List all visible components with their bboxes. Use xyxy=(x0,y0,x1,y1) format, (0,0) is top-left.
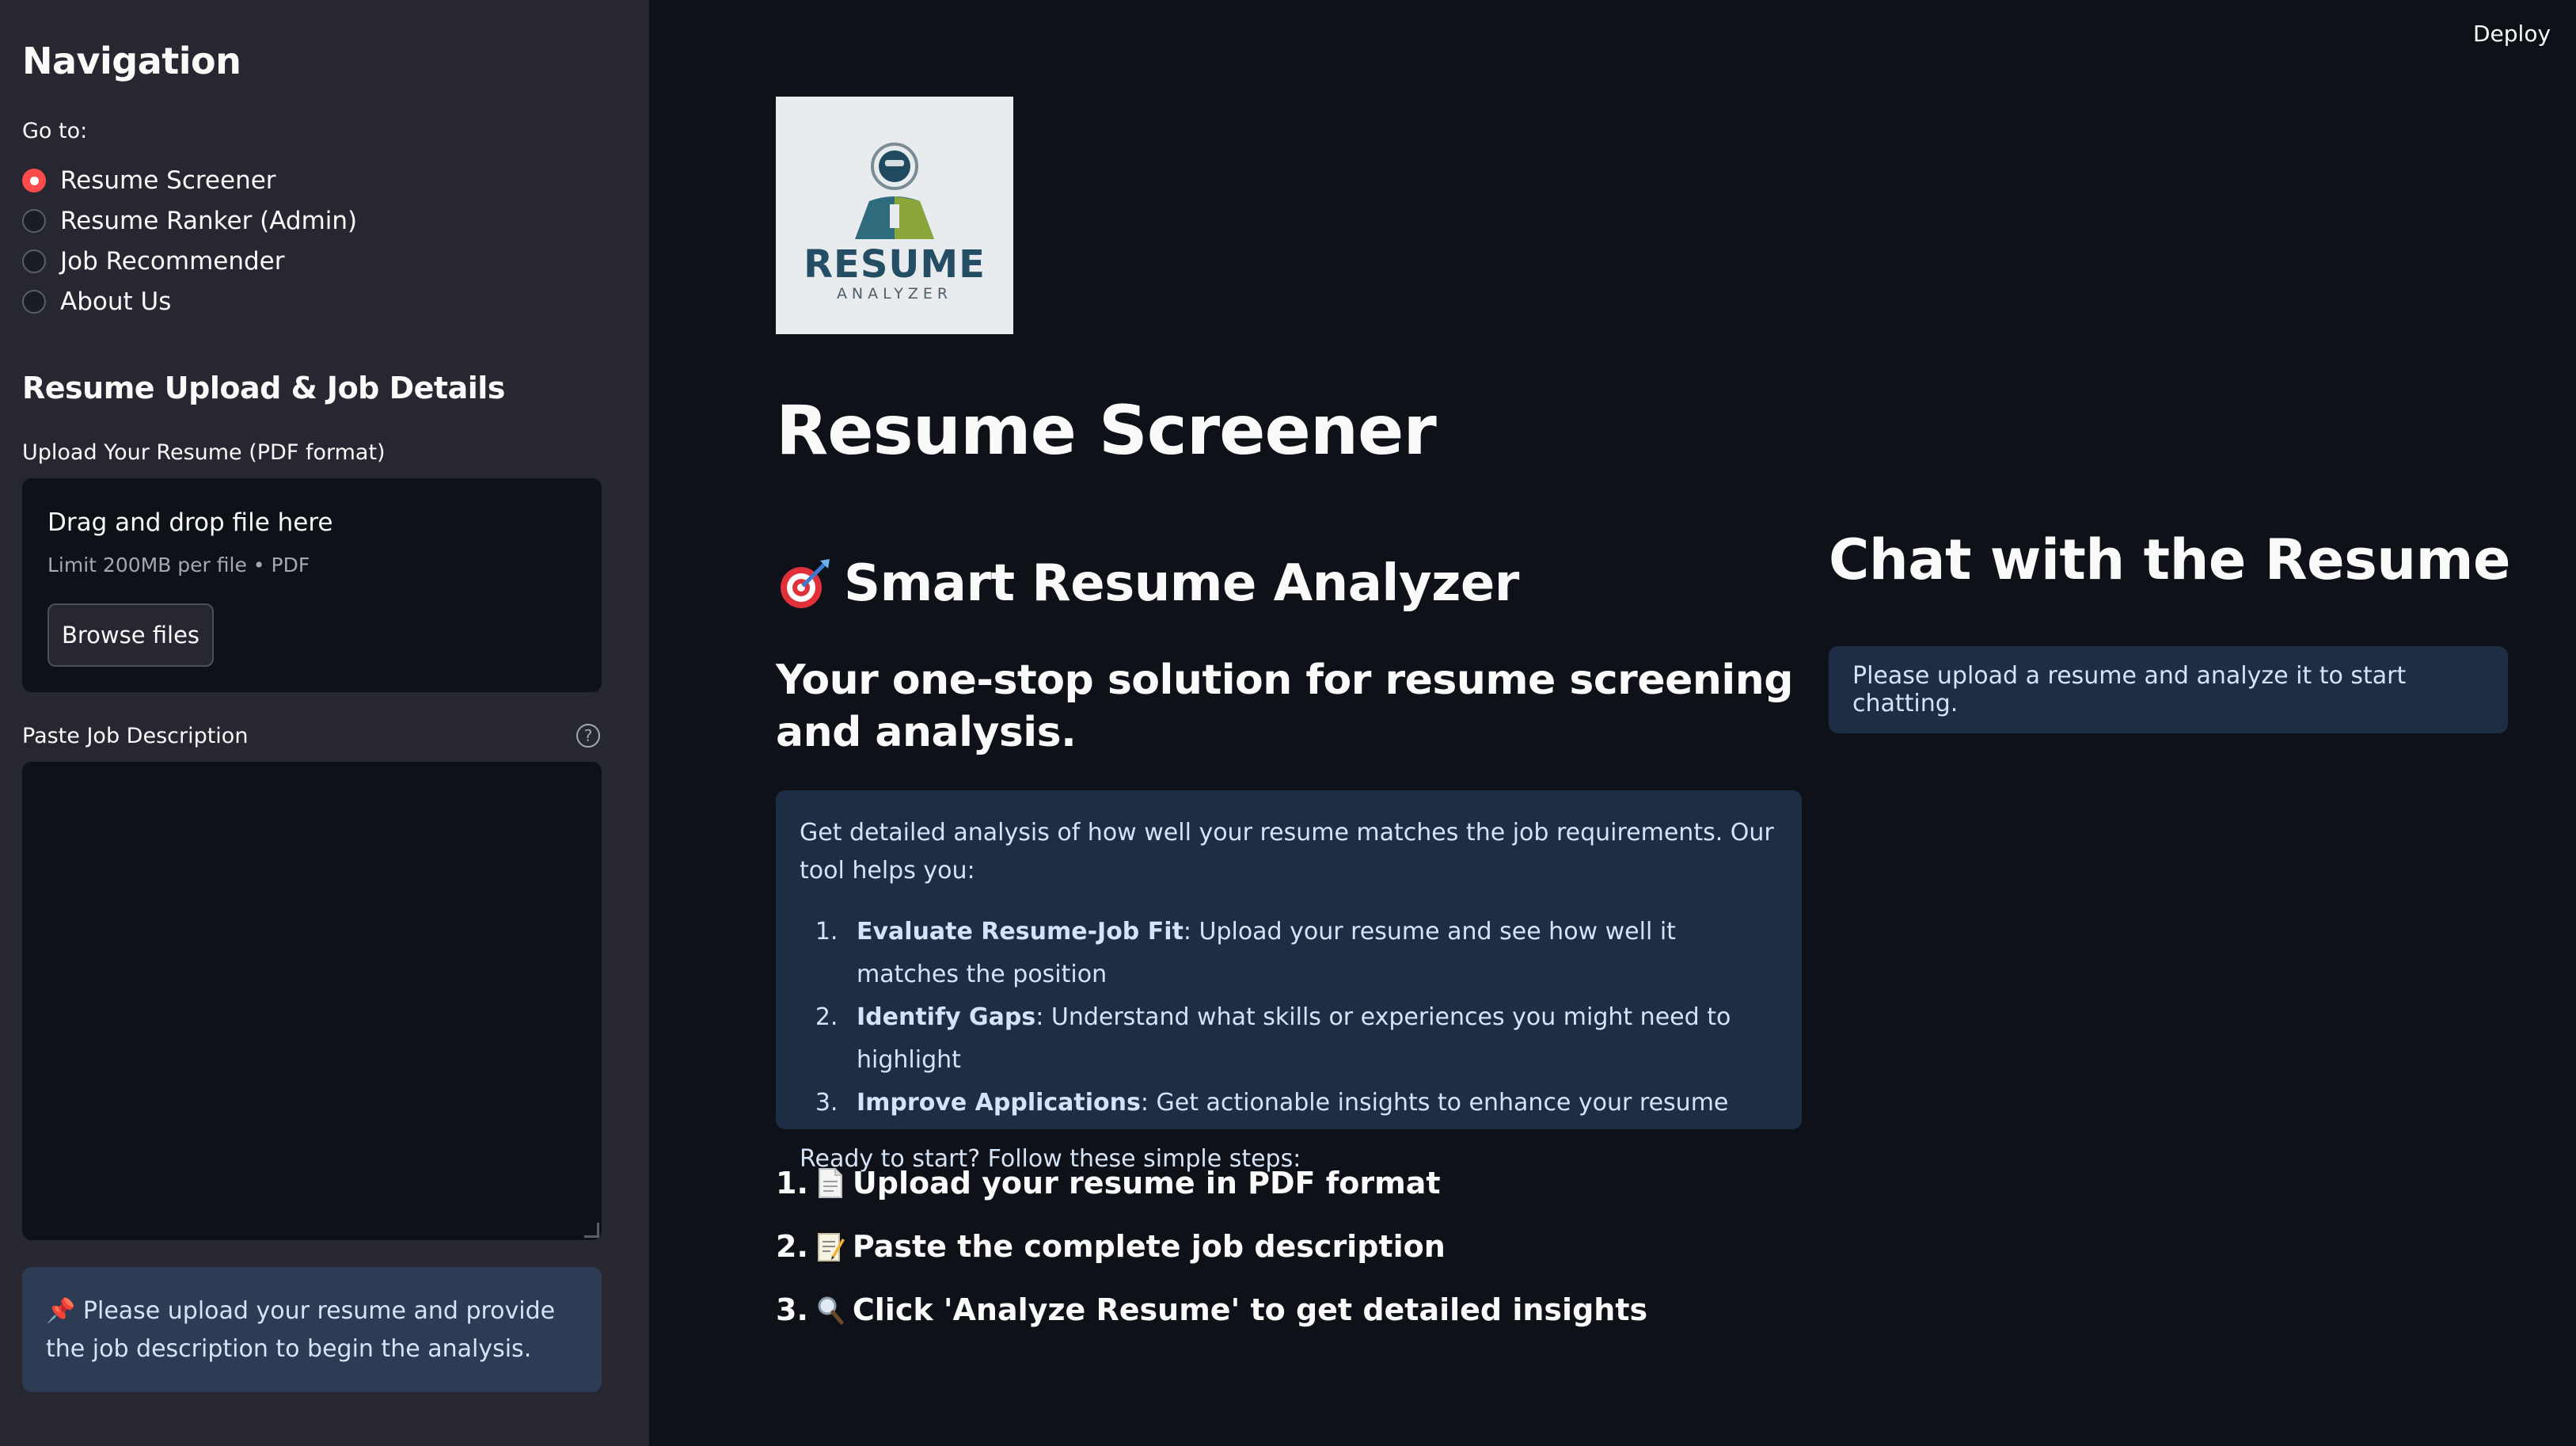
step-item: 1. Upload your resume in PDF format xyxy=(776,1151,1647,1215)
dropzone-limit-text: Limit 200MB per file • PDF xyxy=(47,554,310,576)
job-description-label: Paste Job Description xyxy=(22,724,249,748)
resize-handle-icon[interactable] xyxy=(584,1223,599,1238)
page-title: Resume Screener xyxy=(776,391,1437,470)
radio-option-resume-ranker[interactable]: Resume Ranker (Admin) xyxy=(22,205,357,237)
radio-option-job-recommender[interactable]: Job Recommender xyxy=(22,245,284,277)
resume-analyzer-logo: RESUME ANALYZER xyxy=(776,97,1013,334)
help-icon[interactable]: ? xyxy=(576,724,600,748)
dropzone-text: Drag and drop file here xyxy=(47,508,333,537)
upload-section-title: Resume Upload & Job Details xyxy=(22,371,505,405)
file-dropzone[interactable]: Drag and drop file here Limit 200MB per … xyxy=(22,478,602,692)
logo-person-icon xyxy=(855,143,934,239)
magnifier-icon xyxy=(818,1296,844,1325)
feature-item-title: Identify Gaps xyxy=(857,1003,1036,1031)
radio-option-about-us[interactable]: About Us xyxy=(22,286,171,318)
sidebar-nav-title: Navigation xyxy=(22,40,241,82)
feature-item-title: Evaluate Resume-Job Fit xyxy=(857,918,1184,946)
step-text: Paste the complete job description xyxy=(852,1229,1446,1264)
dart-target-icon xyxy=(781,559,830,608)
app-root: Navigation Go to: Resume Screener Resume… xyxy=(0,0,2576,1446)
browse-files-button[interactable]: Browse files xyxy=(47,603,214,667)
radio-button-selected[interactable] xyxy=(22,169,46,192)
step-text: Click 'Analyze Resume' to get detailed i… xyxy=(852,1292,1648,1327)
radio-button[interactable] xyxy=(22,249,46,273)
feature-item: Evaluate Resume-Job Fit: Upload your res… xyxy=(845,911,1778,996)
sidebar: Navigation Go to: Resume Screener Resume… xyxy=(0,0,649,1446)
steps-list: 1. Upload your resume in PDF format 2. P… xyxy=(776,1151,1647,1341)
features-list: Evaluate Resume-Job Fit: Upload your res… xyxy=(800,911,1778,1124)
logo-wordmark: RESUME xyxy=(804,242,986,287)
radio-button[interactable] xyxy=(22,290,46,314)
job-description-textarea[interactable] xyxy=(22,762,602,1240)
chat-info-alert: Please upload a resume and analyze it to… xyxy=(1829,646,2508,733)
step-item: 3. Click 'Analyze Resume' to get detaile… xyxy=(776,1278,1647,1341)
features-info-box: Get detailed analysis of how well your r… xyxy=(776,790,1802,1173)
chat-title: Chat with the Resume xyxy=(1829,527,2511,592)
feature-item: Improve Applications: Get actionable ins… xyxy=(845,1082,1778,1124)
analyzer-title-text: Smart Resume Analyzer xyxy=(844,554,1519,613)
sidebar-info-alert: 📌 Please upload your resume and provide … xyxy=(22,1267,602,1392)
radio-option-resume-screener[interactable]: Resume Screener xyxy=(22,165,276,196)
step-text: Upload your resume in PDF format xyxy=(852,1166,1441,1201)
feature-item-text: : Get actionable insights to enhance you… xyxy=(1140,1089,1729,1117)
memo-icon xyxy=(817,1233,845,1261)
step-number: 2. xyxy=(776,1229,808,1264)
step-number: 1. xyxy=(776,1166,808,1201)
step-item: 2. Paste the complete job description xyxy=(776,1215,1647,1278)
page-icon xyxy=(818,1168,842,1198)
logo-subtitle: ANALYZER xyxy=(836,285,953,303)
feature-item-title: Improve Applications xyxy=(857,1089,1141,1117)
radio-button[interactable] xyxy=(22,209,46,233)
upload-label: Upload Your Resume (PDF format) xyxy=(22,440,386,465)
radio-label: About Us xyxy=(60,287,172,316)
info-intro: Get detailed analysis of how well your r… xyxy=(800,819,1774,885)
feature-item: Identify Gaps: Understand what skills or… xyxy=(845,996,1778,1082)
radio-label: Resume Ranker (Admin) xyxy=(60,207,358,235)
step-number: 3. xyxy=(776,1292,808,1327)
deploy-button[interactable]: Deploy xyxy=(2473,21,2551,47)
radio-label: Job Recommender xyxy=(60,247,285,276)
goto-label: Go to: xyxy=(22,119,88,143)
tagline: Your one-stop solution for resume screen… xyxy=(776,656,1793,756)
radio-label: Resume Screener xyxy=(60,166,276,195)
analyzer-heading: Smart Resume Analyzer xyxy=(776,554,1519,613)
